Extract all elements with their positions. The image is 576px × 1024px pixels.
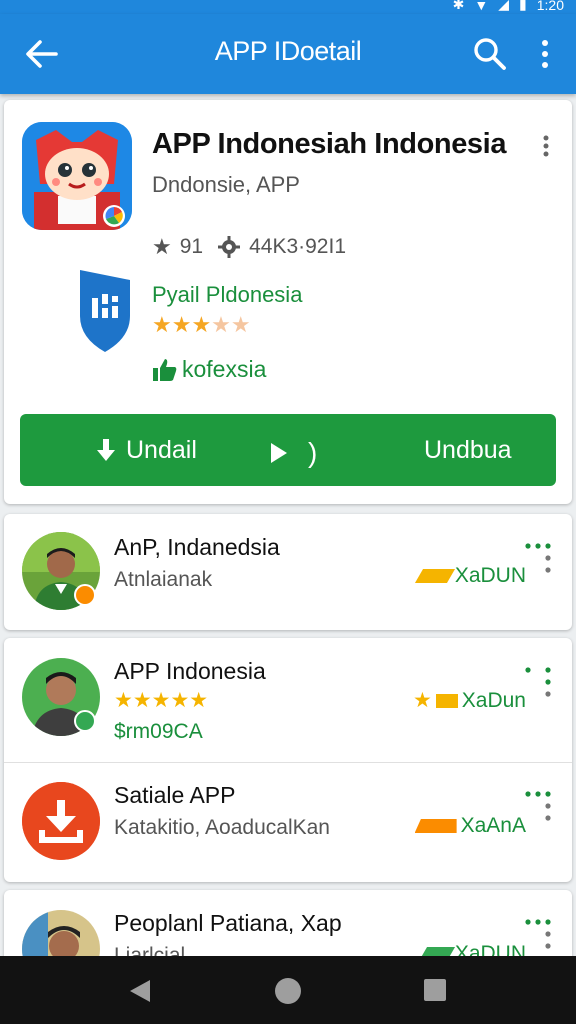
list-card-1: AnP, Indanedsia Atnlaianak XaDUN [4, 514, 572, 630]
overflow-menu-icon[interactable] [532, 38, 558, 70]
badge-icon [74, 710, 96, 732]
signal-icon: ◢ [498, 0, 510, 12]
nav-back-icon[interactable] [128, 978, 152, 1004]
list-item-title: Peoplanl Patiana, Xap [114, 910, 342, 936]
list-item-tag: ★ XaDun [413, 688, 526, 713]
tag-chip-icon [414, 569, 455, 583]
status-time: 1:20 [536, 0, 564, 13]
preview-action[interactable]: ) [268, 437, 317, 469]
list-card-2: APP Indonesia ★★★★★ $rm09CA ★ XaDun Sati… [4, 638, 572, 882]
download-app-avatar [22, 782, 100, 860]
rating-value: 91 [179, 235, 204, 258]
list-item-more-icon[interactable] [524, 788, 554, 838]
list-item-stars: ★★★★★ [114, 689, 209, 712]
list-item[interactable]: AnP, Indanedsia Atnlaianak XaDUN [4, 514, 572, 634]
star-icon: ★ [152, 234, 172, 259]
category-label: Pyail Pldonesia [152, 282, 303, 307]
install-label[interactable]: Undbua [424, 436, 512, 465]
like-row[interactable]: kofexsia [152, 356, 266, 383]
play-paren-icon: ) [308, 437, 318, 468]
system-nav-bar [0, 956, 576, 1024]
thumbs-up-icon [153, 358, 177, 381]
app-icon [22, 122, 132, 230]
nav-recents-icon[interactable] [424, 979, 446, 1001]
download-action[interactable]: Undail [94, 436, 197, 465]
list-item-tag-text: XaDun [461, 688, 526, 712]
rating-stars: ★★★★★ ★★★★★ [152, 312, 251, 337]
card-overflow-icon[interactable] [536, 134, 556, 158]
list-item[interactable]: APP Indonesia ★★★★★ $rm09CA ★ XaDun [4, 638, 572, 762]
badge-icon [74, 584, 96, 606]
gear-icon [218, 236, 241, 258]
download-icon [97, 438, 115, 461]
app-detail-card: APP Indonesiah Indonesia Dndonsie, APP ★… [4, 100, 572, 504]
status-bar: ✱ ▼ ◢ ▮ 1:20 [0, 0, 576, 14]
list-item-tag-text: XaAnA [460, 814, 526, 837]
like-label: kofexsia [182, 356, 267, 382]
list-item-tag-text: XaDUN [454, 564, 526, 587]
list-item-title: AnP, Indanedsia [114, 534, 280, 560]
list-item-more-icon[interactable] [524, 664, 554, 714]
list-item-title: APP Indonesia [114, 658, 266, 684]
download-label: Undail [126, 436, 197, 464]
list-item-tag: XaDUN [414, 564, 526, 588]
size-value: 44K3·92I1 [249, 235, 347, 258]
list-item-title: Satiale APP [114, 782, 236, 808]
list-item-subtitle: Katakitio, AoaducalKan [114, 816, 330, 839]
app-meta-row: ★ 91 44K3·92I1 [152, 234, 346, 260]
tag-star-icon: ★ [412, 689, 432, 712]
battery-icon: ▮ [519, 0, 527, 12]
list-item[interactable]: Satiale APP Katakitio, AoaducalKan XaAnA [4, 762, 572, 882]
app-name: APP Indonesiah Indonesia [152, 128, 507, 160]
tag-chip-icon [435, 693, 458, 708]
list-item-more-icon[interactable] [524, 540, 554, 590]
list-item-tag: XaAnA [414, 814, 526, 838]
app-bar: APP IDoetail [0, 14, 576, 94]
bluetooth-icon: ✱ [452, 0, 465, 12]
publisher-name[interactable]: Dndonsie, APP [152, 172, 300, 198]
list-item-price: $rm09CA [114, 720, 203, 743]
play-icon [271, 443, 287, 463]
shield-icon [80, 270, 130, 352]
nav-home-icon[interactable] [275, 978, 301, 1004]
search-icon[interactable] [470, 34, 510, 74]
tag-chip-icon [414, 819, 457, 833]
wifi-icon: ▼ [474, 0, 489, 13]
download-button[interactable]: Undail ) Undbua [20, 414, 556, 486]
list-item-subtitle: Atnlaianak [114, 568, 213, 591]
